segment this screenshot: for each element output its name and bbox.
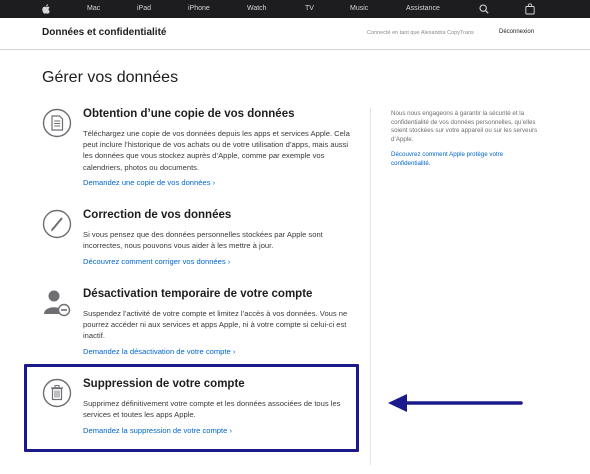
nav-item-music[interactable]: Music bbox=[350, 0, 368, 18]
section-correct-data: Correction de vos données Si vous pensez… bbox=[42, 209, 362, 269]
nav-item-watch[interactable]: Watch bbox=[247, 0, 267, 18]
section-description: Téléchargez une copie de vos données dep… bbox=[83, 129, 350, 172]
section-title: Correction de vos données bbox=[83, 209, 232, 221]
pencil-icon bbox=[42, 209, 72, 239]
nav-item-tv[interactable]: TV bbox=[305, 0, 314, 18]
document-icon bbox=[42, 108, 72, 138]
search-icon[interactable] bbox=[479, 4, 489, 14]
request-copy-link[interactable]: Demandez une copie de vos données › bbox=[83, 178, 215, 187]
arrow-icon bbox=[388, 394, 523, 412]
nav-item-mac[interactable]: Mac bbox=[87, 0, 100, 18]
nav-item-iphone[interactable]: iPhone bbox=[188, 0, 210, 18]
sidebar-text: Nous nous engageons à garantir la sécuri… bbox=[391, 110, 538, 143]
privacy-link[interactable]: Découvrez comment Apple protège votre co… bbox=[391, 151, 541, 168]
highlight-box bbox=[24, 364, 359, 452]
column-divider bbox=[370, 108, 371, 465]
nav-item-assistance[interactable]: Assistance bbox=[406, 0, 440, 18]
nav-item-ipad[interactable]: iPad bbox=[137, 0, 151, 18]
logout-link[interactable]: Déconnexion bbox=[499, 29, 534, 35]
request-deactivation-link[interactable]: Demandez la désactivation de votre compt… bbox=[83, 347, 235, 356]
section-deactivate-account: Désactivation temporaire de votre compte… bbox=[42, 288, 362, 358]
correct-data-link[interactable]: Découvrez comment corriger vos données › bbox=[83, 257, 230, 266]
signed-in-status: Connecté en tant que Alexandra CopyTrans bbox=[367, 30, 474, 36]
page-title: Gérer vos données bbox=[42, 69, 179, 86]
person-icon bbox=[44, 290, 71, 317]
privacy-sidebar: Nous nous engageons à garantir la sécuri… bbox=[391, 110, 541, 168]
section-title: Désactivation temporaire de votre compte bbox=[83, 288, 313, 300]
section-copy-data: Obtention d’une copie de vos données Tél… bbox=[42, 108, 362, 198]
local-nav: Données et confidentialité Connecté en t… bbox=[0, 18, 590, 50]
section-description: Si vous pensez que des données personnel… bbox=[83, 230, 323, 251]
global-nav: Mac iPad iPhone Watch TV Music Assistanc… bbox=[0, 0, 590, 18]
local-nav-title[interactable]: Données et confidentialité bbox=[42, 27, 166, 38]
section-description: Suspendez l’activité de votre compte et … bbox=[83, 309, 348, 341]
bag-icon[interactable] bbox=[525, 3, 535, 15]
section-title: Obtention d’une copie de vos données bbox=[83, 108, 295, 120]
apple-icon[interactable] bbox=[42, 4, 50, 14]
